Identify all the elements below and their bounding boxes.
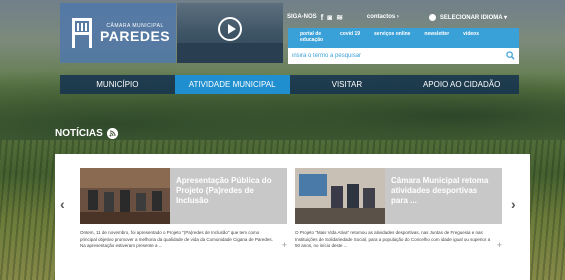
globe-icon	[428, 13, 436, 21]
rss-feed-icon[interactable]: ≋	[336, 13, 343, 22]
carousel-next-icon[interactable]: ›	[511, 196, 516, 212]
follow-us-label: SIGA-NOS	[287, 14, 317, 20]
plus-icon[interactable]: +	[497, 240, 502, 250]
nav-visitar[interactable]: VISITAR	[290, 75, 405, 94]
news-heading: NOTÍCIAS	[55, 128, 118, 139]
quick-link-newsletter[interactable]: newsletter	[424, 31, 449, 43]
main-navigation: MUNICÍPIO ATIVIDADE MUNICIPAL VISITAR AP…	[60, 75, 519, 94]
language-label: SELECIONAR IDIOMA ▾	[439, 14, 508, 21]
news-title[interactable]: Apresentação Pública do Projeto (Pa)rede…	[170, 168, 287, 224]
top-bar: SIGA-NOS f ◙ ≋ contactos › SELECIONAR ID…	[287, 10, 517, 24]
video-stage	[177, 43, 283, 63]
quick-link-covid[interactable]: covid 19	[340, 31, 360, 43]
rss-icon[interactable]	[106, 128, 118, 139]
nav-municipio[interactable]: MUNICÍPIO	[60, 75, 175, 94]
news-title[interactable]: Câmara Municipal retoma atividades despo…	[385, 168, 502, 224]
play-icon[interactable]	[218, 17, 242, 41]
quick-link-education[interactable]: portal de educação	[300, 31, 326, 43]
nav-atividade-municipal[interactable]: ATIVIDADE MUNICIPAL	[174, 75, 290, 94]
quick-link-videos[interactable]: vídeos	[463, 31, 479, 43]
news-image	[295, 168, 385, 224]
search-bar	[288, 48, 519, 64]
news-description: O Projeto "Mais Vida Ativa" retomou as a…	[295, 230, 491, 249]
search-input[interactable]	[292, 53, 492, 59]
news-heading-label: NOTÍCIAS	[55, 128, 103, 139]
news-card[interactable]: Apresentação Pública do Projeto (Pa)rede…	[80, 168, 287, 258]
search-icon[interactable]	[506, 51, 515, 60]
site-logo[interactable]: CÂMARA MUNICIPAL PAREDES	[60, 3, 176, 63]
nav-apoio-cidadao[interactable]: APOIO AO CIDADÃO	[404, 75, 519, 94]
carousel-prev-icon[interactable]: ‹	[60, 196, 65, 212]
video-thumbnail[interactable]	[177, 3, 283, 63]
news-image	[80, 168, 170, 224]
quick-link-online-services[interactable]: serviços online	[374, 31, 410, 43]
news-description: Ontem, 11 de novembro, foi apresentado o…	[80, 230, 273, 249]
plus-icon[interactable]: +	[282, 240, 287, 250]
logo-title: PAREDES	[100, 27, 171, 44]
chair-logo-icon	[72, 18, 92, 48]
facebook-icon[interactable]: f	[321, 13, 324, 22]
instagram-icon[interactable]: ◙	[327, 13, 332, 22]
news-card[interactable]: Câmara Municipal retoma atividades despo…	[295, 168, 502, 258]
quick-links-panel: portal de educação covid 19 serviços onl…	[288, 28, 519, 64]
language-selector[interactable]: SELECIONAR IDIOMA ▾	[428, 13, 508, 21]
contacts-link[interactable]: contactos ›	[367, 14, 399, 20]
